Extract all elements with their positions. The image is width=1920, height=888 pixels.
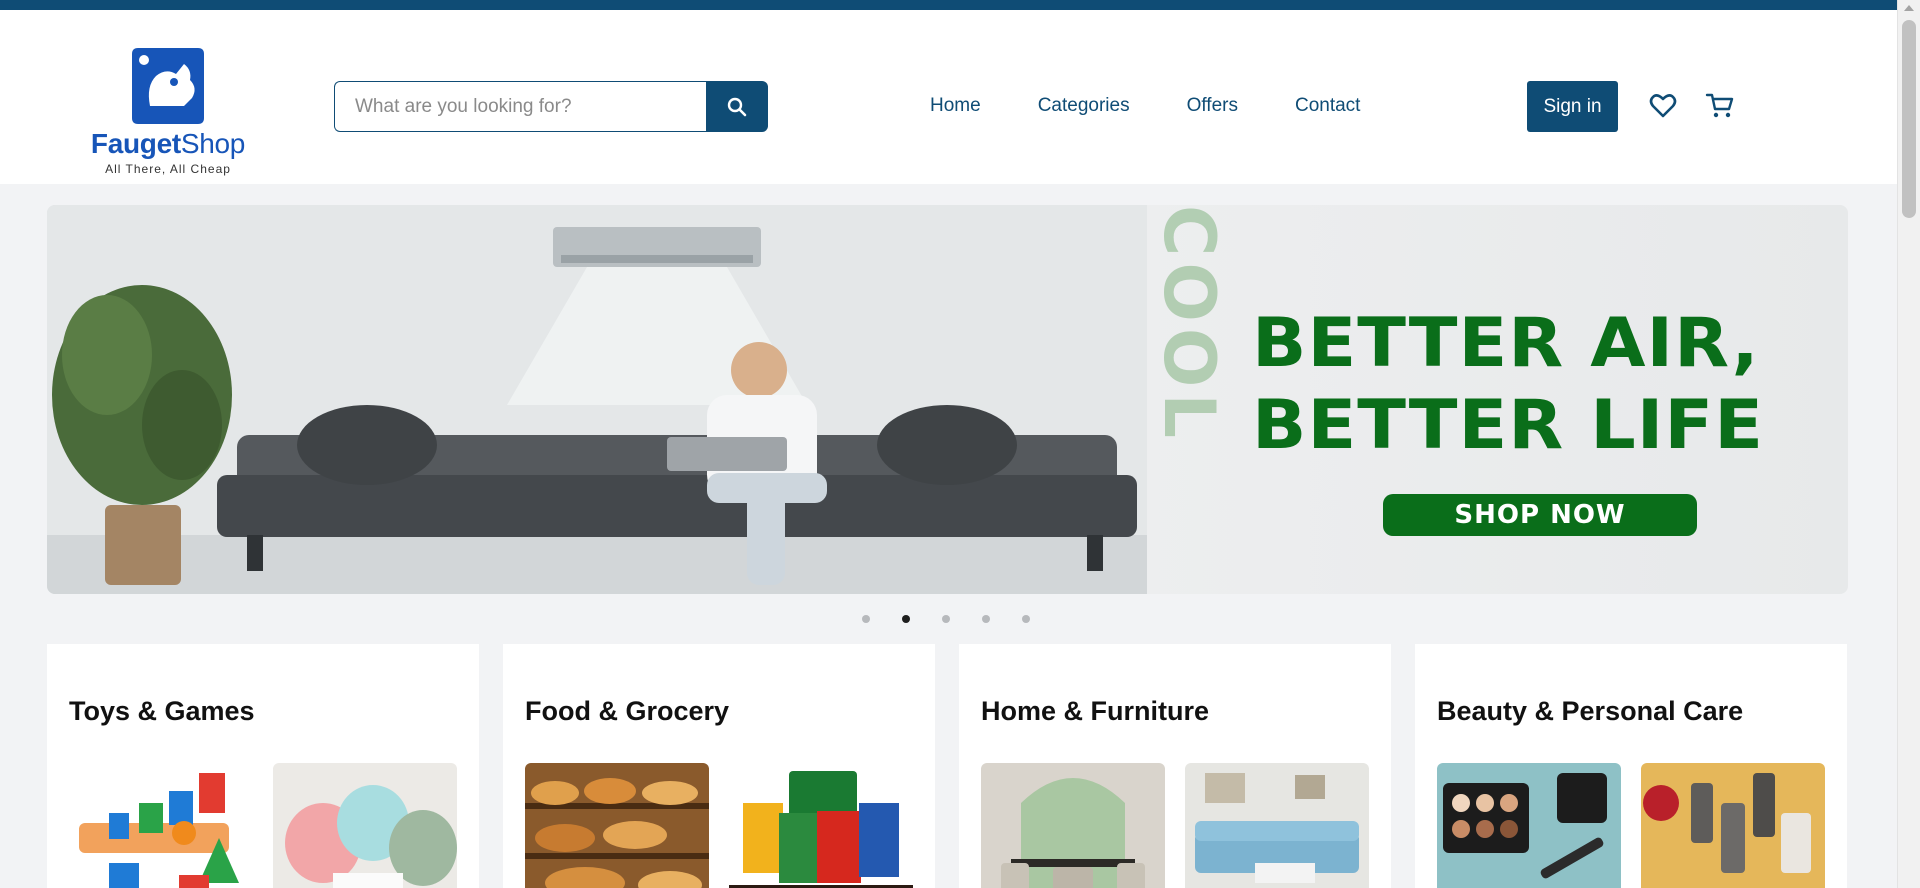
search-bar [334, 81, 768, 132]
plush-dinosaurs-image [273, 763, 457, 888]
brand-name: FaugetShop [82, 128, 254, 160]
cart-icon [1705, 93, 1734, 118]
carousel-dot[interactable] [862, 615, 870, 623]
scrollbar-thumb[interactable] [1902, 20, 1916, 218]
carousel-dot[interactable] [902, 615, 910, 623]
packaged-groceries-image [729, 763, 913, 888]
category-cards: Toys & Games Food & Grocery Home & Furni… [47, 644, 1871, 888]
category-title: Home & Furniture [981, 696, 1210, 726]
category-title: Beauty & Personal Care [1437, 696, 1744, 726]
home-thumbnail-sofa[interactable] [1185, 763, 1369, 888]
beauty-thumbnail-makeup[interactable] [1437, 763, 1621, 888]
top-accent-bar [0, 0, 1920, 10]
search-icon [727, 97, 747, 116]
carousel-indicators [862, 615, 1062, 623]
home-thumbnail-dining[interactable] [981, 763, 1165, 888]
hero-illustration [47, 205, 1147, 594]
skincare-bottles-image [1641, 763, 1825, 888]
category-card-beauty[interactable]: Beauty & Personal Care [1415, 644, 1847, 888]
category-card-toys[interactable]: Toys & Games [47, 644, 479, 888]
search-input[interactable] [334, 81, 706, 132]
shop-now-button[interactable]: SHOP NOW [1383, 494, 1697, 536]
food-thumbnail-packaged[interactable] [729, 763, 913, 888]
category-title: Food & Grocery [525, 696, 730, 726]
shopping-bag-logo-icon [132, 48, 204, 124]
page-scrollbar[interactable] [1897, 0, 1920, 888]
shape-sorter-toy-image [69, 763, 253, 888]
food-thumbnail-bakery[interactable] [525, 763, 709, 888]
main-nav: Home Categories Offers Contact [930, 93, 1417, 119]
dining-room-image [981, 763, 1165, 888]
hero-banner[interactable]: COOL COOL COOL BETTER AIR, BETTER LIFE S… [47, 205, 1848, 594]
category-card-home[interactable]: Home & Furniture [959, 644, 1391, 888]
carousel-dot[interactable] [982, 615, 990, 623]
scroll-up-arrow-icon[interactable] [1904, 5, 1914, 11]
search-button[interactable] [706, 81, 768, 132]
category-title: Toys & Games [69, 696, 255, 726]
sign-in-button[interactable]: Sign in [1527, 81, 1618, 132]
toys-thumbnail-plush[interactable] [273, 763, 457, 888]
heart-icon [1649, 94, 1677, 118]
carousel-dot[interactable] [1022, 615, 1030, 623]
nav-offers[interactable]: Offers [1187, 93, 1238, 119]
hero-headline-line1: BETTER AIR, [1252, 304, 1760, 383]
brand-logo[interactable]: FaugetShop All There, All Cheap [82, 34, 254, 178]
carousel-dot[interactable] [942, 615, 950, 623]
wishlist-button[interactable] [1647, 90, 1679, 122]
hero-headline-line2: BETTER LIFE [1252, 386, 1765, 465]
category-card-food[interactable]: Food & Grocery [503, 644, 935, 888]
makeup-palette-image [1437, 763, 1621, 888]
nav-home[interactable]: Home [930, 93, 981, 119]
bakery-bread-image [525, 763, 709, 888]
hero-headline: BETTER AIR, BETTER LIFE [1252, 303, 1848, 467]
cart-button[interactable] [1704, 90, 1736, 122]
nav-categories[interactable]: Categories [1038, 93, 1130, 119]
nav-contact[interactable]: Contact [1295, 93, 1360, 119]
brand-tagline: All There, All Cheap [105, 162, 231, 176]
toys-thumbnail-shape-sorter[interactable] [69, 763, 253, 888]
hero-side-watermark: COOL COOL COOL [1148, 205, 1230, 444]
site-header: FaugetShop All There, All Cheap Home Cat… [0, 10, 1920, 184]
living-room-sofa-image [1185, 763, 1369, 888]
brand-name-part1: Fauget [90, 128, 181, 159]
beauty-thumbnail-skincare[interactable] [1641, 763, 1825, 888]
brand-name-part2: Shop [180, 128, 246, 159]
